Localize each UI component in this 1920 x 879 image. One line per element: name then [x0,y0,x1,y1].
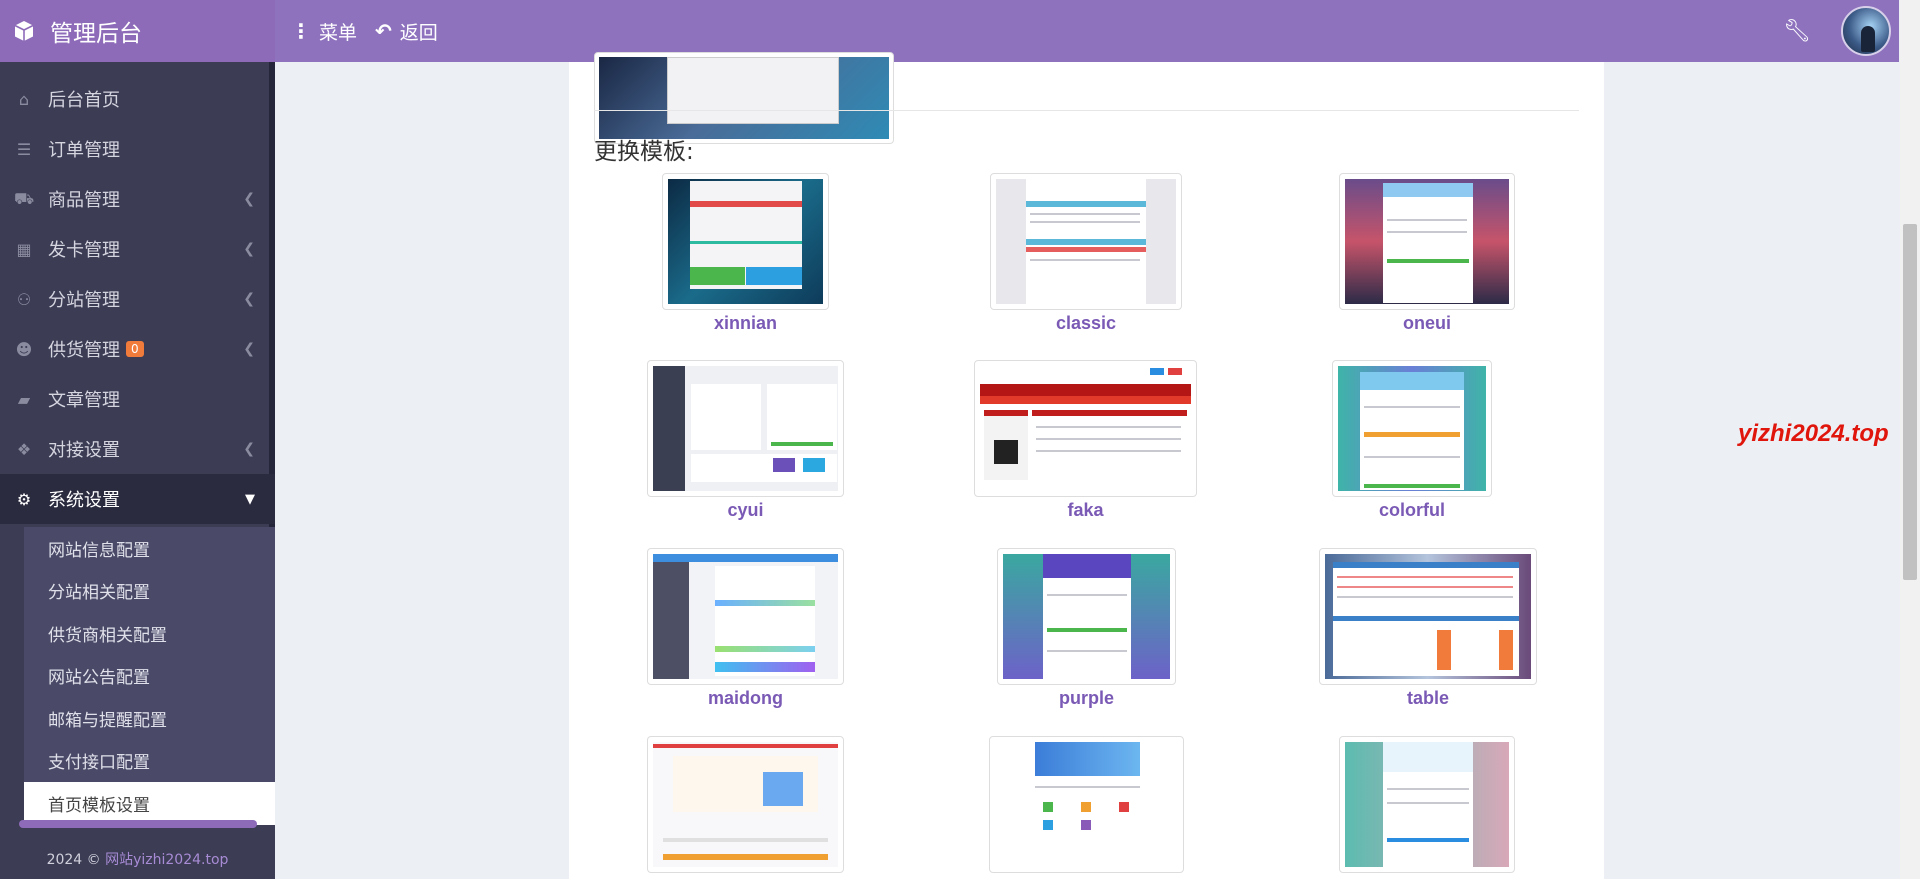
sidebar-item-label: 后台首页 [48,90,120,111]
cart-icon: ⛟ [14,188,35,208]
gear-icon: ⚙ [16,489,32,509]
reply-arrow-icon: ↶ [375,19,392,43]
supply-count-badge: 0 [126,341,144,357]
cube-icon [14,21,34,41]
template-card-classic[interactable]: classic [990,173,1182,334]
list-icon: ☰ [16,139,32,159]
footer-copyright: 2024 © [46,852,106,868]
template-preview-image [995,742,1178,867]
users-icon: ☻ [15,339,33,359]
sitemap-icon: ⚇ [16,289,32,309]
template-name: cyui [727,500,764,520]
sidebar-item-label: 商品管理 [48,190,120,211]
sidebar: ⌂ 后台首页 ☰ 订单管理 ⛟ 商品管理 ❮ ▦ 发卡管理 ❮ ⚇ 分站管理 ❮… [0,62,275,879]
section-divider [594,110,1579,111]
chevron-left-icon: ❮ [243,241,255,257]
submenu-supplier-config[interactable]: 供货商相关配置 [24,612,275,655]
sidebar-item-integration[interactable]: ❖ 对接设置 ❮ [0,424,275,474]
sidebar-item-substations[interactable]: ⚇ 分站管理 ❮ [0,274,275,324]
footer-site-link[interactable]: 网站yizhi2024.top [105,852,228,868]
top-navbar: ⋮ 菜单 ↶ 返回 🔧︎ [275,0,1899,62]
book-icon: ▰ [17,389,31,409]
template-preview-image [653,366,838,491]
template-card-faka[interactable]: faka [974,360,1197,521]
menu-toggle-button[interactable]: ⋮ 菜单 [291,18,357,45]
menu-toggle-label: 菜单 [319,21,358,44]
back-label: 返回 [399,21,438,44]
template-card-row4-3[interactable] [1339,736,1515,873]
template-preview-image [1338,366,1486,491]
current-template-preview [594,52,894,144]
sidebar-item-label: 供货管理 [48,340,120,361]
template-preview-image [980,366,1191,491]
chevron-left-icon: ❮ [243,291,255,307]
sidebar-item-cards[interactable]: ▦ 发卡管理 ❮ [0,224,275,274]
chevron-left-icon: ❮ [243,191,255,207]
submenu-homepage-template[interactable]: 首页模板设置 [24,782,275,825]
template-name: colorful [1379,500,1445,520]
sidebar-item-home[interactable]: ⌂ 后台首页 [0,74,275,124]
sidebar-item-products[interactable]: ⛟ 商品管理 ❮ [0,174,275,224]
template-name: classic [1055,313,1117,333]
template-preview-image [653,742,838,867]
template-name: maidong [708,688,783,708]
submenu-site-info[interactable]: 网站信息配置 [24,527,275,570]
template-card-colorful[interactable]: colorful [1332,360,1492,521]
vertical-dots-icon: ⋮ [291,19,311,43]
back-button[interactable]: ↶ 返回 [375,18,438,45]
template-preview-image [653,554,838,679]
template-name: purple [1058,688,1114,708]
chevron-down-icon: ▼ [245,491,255,507]
template-card-row4-2[interactable] [989,736,1184,873]
template-preview-image [996,179,1176,304]
cubes-icon: ❖ [16,439,32,459]
sidebar-item-label: 分站管理 [48,290,120,311]
submenu-payment-config[interactable]: 支付接口配置 [24,740,275,783]
sidebar-item-articles[interactable]: ▰ 文章管理 [0,374,275,424]
sidebar-item-label: 对接设置 [48,440,120,461]
page-scrollbar-thumb[interactable] [1903,224,1917,580]
template-card-table[interactable]: table [1319,548,1537,709]
sidebar-item-label: 发卡管理 [48,240,120,261]
sidebar-item-label: 系统设置 [48,490,120,511]
template-card-xinnian[interactable]: xinnian [662,173,829,334]
user-avatar[interactable] [1841,6,1891,56]
sidebar-item-orders[interactable]: ☰ 订单管理 [0,124,275,174]
template-name: faka [1067,500,1104,520]
section-title: 更换模板: [594,139,694,165]
sidebar-item-system-settings[interactable]: ⚙ 系统设置 ▼ [0,474,275,524]
watermark-text: yizhi2024.top [1738,420,1889,447]
sidebar-horizontal-scrollbar[interactable] [19,820,257,828]
sidebar-footer: 2024 © 网站yizhi2024.top [0,842,275,879]
sidebar-item-supply[interactable]: ☻ 供货管理 0 ❮ [0,324,275,374]
page-scrollbar[interactable] [1900,0,1920,879]
grid-icon: ▦ [16,239,32,259]
template-card-oneui[interactable]: oneui [1339,173,1515,334]
chevron-left-icon: ❮ [243,441,255,457]
template-preview-image [668,179,823,304]
home-icon: ⌂ [18,89,30,109]
template-preview-image [1345,179,1509,304]
sidebar-item-label: 订单管理 [48,140,120,161]
wrench-icon[interactable]: 🔧︎ [1783,19,1811,44]
system-settings-submenu: 网站信息配置 分站相关配置 供货商相关配置 网站公告配置 邮箱与提醒配置 支付接… [24,527,275,825]
template-card-maidong[interactable]: maidong [647,548,844,709]
template-preview-image [1325,554,1531,679]
sidebar-item-label: 文章管理 [48,390,120,411]
submenu-substation-config[interactable]: 分站相关配置 [24,570,275,613]
submenu-announcement-config[interactable]: 网站公告配置 [24,655,275,698]
template-preview-image [1003,554,1170,679]
chevron-left-icon: ❮ [243,341,255,357]
template-name: table [1406,688,1449,708]
template-card-purple[interactable]: purple [997,548,1176,709]
template-card-cyui[interactable]: cyui [647,360,844,521]
main-content: 更换模板: xinnian classic oneui cyui faka co… [569,52,1604,879]
brand-title: 管理后台 [50,21,142,47]
template-name: oneui [1403,313,1451,333]
brand-logo[interactable]: 管理后台 [0,0,275,62]
submenu-email-config[interactable]: 邮箱与提醒配置 [24,697,275,740]
template-preview-image [1345,742,1509,867]
template-card-row4-1[interactable] [647,736,844,873]
template-name: xinnian [713,313,777,333]
